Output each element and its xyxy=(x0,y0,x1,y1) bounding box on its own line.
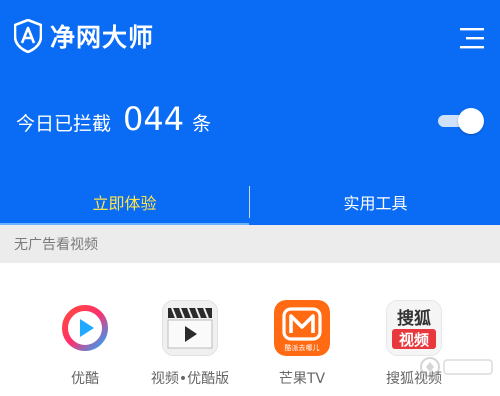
sohu-video-icon: 搜狐 视频 xyxy=(386,300,442,356)
tab-divider xyxy=(249,186,250,218)
app-tile-youku[interactable]: 优酷 xyxy=(35,300,135,396)
shield-logo-icon xyxy=(14,19,42,53)
section-title: 无广告看视频 xyxy=(14,237,98,253)
blocked-label: 今日已拦截 xyxy=(16,113,112,135)
mango-caption: 酷派去哪儿 xyxy=(285,343,320,352)
hamburger-menu-icon[interactable] xyxy=(458,26,486,50)
watermark-logo-icon xyxy=(420,357,493,377)
app-tile-video-youku[interactable]: 视频•优酷版 xyxy=(140,300,240,396)
header-panel: 净网大师 今日已拦截 044 条 立即体验 实用工具 xyxy=(0,0,500,225)
blocked-unit: 条 xyxy=(192,113,212,135)
tab-tools[interactable]: 实用工具 xyxy=(251,178,500,225)
app-tile-mango-tv[interactable]: 酷派去哪儿 芒果TV xyxy=(252,300,352,396)
app-label-mango-tv: 芒果TV xyxy=(278,371,326,387)
video-player-icon xyxy=(162,300,218,356)
app-title: 净网大师 xyxy=(50,23,155,52)
sohu-top-text: 搜狐 xyxy=(397,308,431,329)
youku-icon xyxy=(62,305,108,351)
blocked-today-stat: 今日已拦截 044 条 xyxy=(16,100,211,140)
blocking-toggle[interactable] xyxy=(438,108,484,134)
app-label-video-youku: 视频•优酷版 xyxy=(150,371,230,387)
section-header: 无广告看视频 xyxy=(0,225,500,263)
toggle-knob xyxy=(458,108,484,134)
blocked-count: 044 xyxy=(123,100,185,138)
app-label-youku: 优酷 xyxy=(71,371,99,387)
sohu-bottom-text: 视频 xyxy=(399,331,429,349)
tab-try-now[interactable]: 立即体验 xyxy=(0,178,249,225)
mango-tv-icon: 酷派去哪儿 xyxy=(274,300,330,356)
tab-bar: 立即体验 实用工具 xyxy=(0,178,500,225)
brand: 净网大师 xyxy=(14,18,154,54)
